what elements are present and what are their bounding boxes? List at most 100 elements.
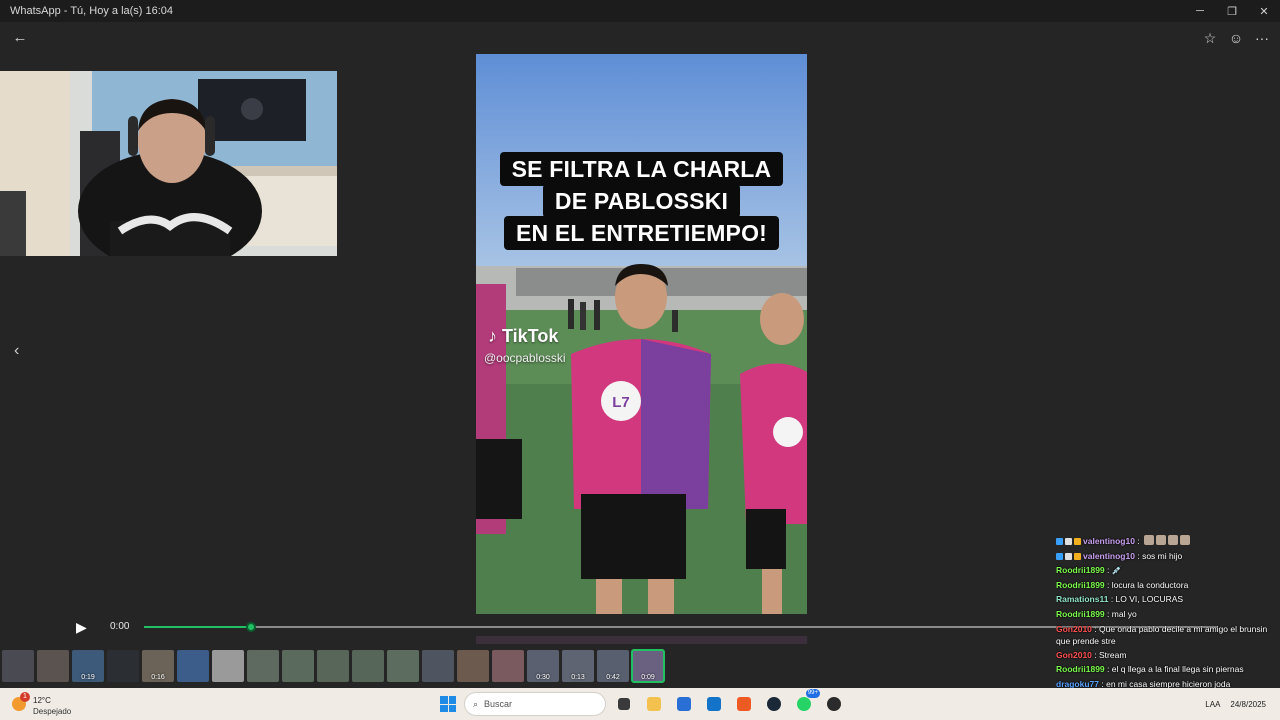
- media-thumbnail[interactable]: [212, 650, 244, 682]
- media-thumbnail[interactable]: 0:13: [562, 650, 594, 682]
- caption-text-1: SE FILTRA LA CHARLA: [499, 152, 784, 186]
- windows-start-icon[interactable]: [438, 694, 458, 714]
- chat-username[interactable]: Ramations11: [1056, 594, 1108, 604]
- tiktok-logo: ♪ TikTok: [488, 326, 559, 346]
- chat-username[interactable]: Roodrii1899: [1056, 609, 1105, 619]
- chat-emote-icon: [1167, 535, 1178, 545]
- thumbnail-duration: 0:42: [606, 674, 620, 681]
- video-frame[interactable]: L7 SE FILTRA LA CHARLA DE PABLOSSKI EN E…: [476, 54, 807, 614]
- chat-username[interactable]: valentinog10: [1083, 551, 1135, 561]
- close-button[interactable]: ✕: [1248, 0, 1280, 22]
- clock[interactable]: 24/8/2025: [1230, 699, 1266, 710]
- media-thumbnail[interactable]: 0:16: [142, 650, 174, 682]
- star-icon[interactable]: ☆: [1200, 28, 1220, 48]
- file-explorer-icon[interactable]: [642, 692, 666, 716]
- current-time: 0:00: [110, 621, 130, 632]
- chat-badge-icon: [1056, 552, 1063, 560]
- chat-text: : Stream: [1094, 649, 1127, 660]
- weather-condition: Despejado: [33, 707, 72, 716]
- chat-username[interactable]: Roodrii1899: [1056, 565, 1105, 575]
- chat-text: : el q llega a la final llega sin pierna…: [1107, 664, 1244, 675]
- media-thumbnail[interactable]: [317, 650, 349, 682]
- store-icon[interactable]: [672, 692, 696, 716]
- chat-badge-icon: [1074, 538, 1081, 545]
- chat-username[interactable]: valentinog10: [1083, 536, 1135, 546]
- media-thumbnail[interactable]: 0:19: [72, 650, 104, 682]
- seek-progress: [144, 626, 252, 628]
- media-thumbnail[interactable]: [107, 650, 139, 682]
- media-thumbnail[interactable]: [492, 650, 524, 682]
- seek-handle[interactable]: [246, 622, 257, 632]
- media-thumbnail[interactable]: [457, 650, 489, 682]
- chat-message: Gon2010 : Stream: [1056, 648, 1280, 663]
- caption-line-1: SE FILTRA LA CHARLA: [476, 152, 807, 186]
- chat-text: : locura la conductora: [1107, 579, 1189, 590]
- thumbnail-duration: 0:19: [81, 674, 95, 681]
- whatsapp-icon[interactable]: 99+: [792, 689, 820, 716]
- chat-username[interactable]: Gon2010: [1056, 624, 1092, 634]
- whatsapp-unread-badge: 99+: [805, 689, 820, 698]
- chat-message: Ramations11 : LO VI, LOCURAS: [1056, 592, 1280, 607]
- whatsapp-media-viewer: WhatsApp - Tú, Hoy a la(s) 16:04 ─ ❐ ✕ ←…: [0, 0, 1280, 720]
- back-arrow-icon[interactable]: ←: [10, 28, 30, 48]
- media-thumbnail[interactable]: [422, 650, 454, 682]
- minimize-button[interactable]: ─: [1184, 0, 1216, 22]
- media-thumbnail[interactable]: [37, 650, 69, 682]
- window-title: WhatsApp - Tú, Hoy a la(s) 16:04: [10, 5, 174, 17]
- chat-message: valentinog10 : sos mi hijo: [1056, 549, 1280, 564]
- chat-text: :: [1137, 536, 1140, 546]
- streamer-webcam-image: [0, 71, 337, 256]
- steam-icon[interactable]: [762, 692, 786, 716]
- maximize-button[interactable]: ❐: [1216, 0, 1248, 22]
- media-thumbnail-strip: 0:19 0:16 0:30 0:13 0:42 0:09: [0, 649, 665, 684]
- system-tray: LAA 24/8/2025: [1205, 692, 1266, 716]
- obs-icon[interactable]: [822, 692, 846, 716]
- media-thumbnail[interactable]: 0:30: [527, 650, 559, 682]
- thumbnail-duration: 0:13: [571, 674, 585, 681]
- chat-message: Gon2010 : Que onda pablo decile a mi ami…: [1056, 622, 1280, 648]
- chat-message: Roodrii1899 : 💉: [1056, 563, 1280, 578]
- more-options-icon[interactable]: ···: [1252, 28, 1272, 48]
- chat-badge-icon: [1074, 552, 1081, 560]
- chat-username[interactable]: Roodrii1899: [1056, 580, 1105, 590]
- playback-controls: ▶ 0:00: [68, 615, 1218, 639]
- chat-text: : 💉: [1107, 565, 1123, 576]
- chat-text: : LO VI, LOCURAS: [1110, 594, 1184, 605]
- chat-username[interactable]: Gon2010: [1056, 650, 1092, 660]
- media-thumbnail[interactable]: [387, 650, 419, 682]
- svg-text:L7: L7: [612, 394, 630, 411]
- chat-emote-icon: [1155, 535, 1166, 545]
- task-view-icon[interactable]: [612, 692, 636, 716]
- weather-temperature: 12°C: [33, 696, 51, 705]
- taskbar-search-box[interactable]: ⌕ Buscar: [464, 692, 606, 716]
- thumbnail-duration: 0:30: [536, 674, 550, 681]
- media-thumbnail[interactable]: 0:09: [631, 649, 665, 683]
- weather-widget[interactable]: 1 12°C Despejado: [12, 692, 92, 718]
- caption-text-3: EN EL ENTRETIEMPO!: [503, 216, 780, 250]
- search-icon: ⌕: [473, 698, 479, 709]
- caption-line-3: EN EL ENTRETIEMPO!: [476, 216, 807, 250]
- media-thumbnail[interactable]: [282, 650, 314, 682]
- previous-media-icon[interactable]: ‹: [14, 343, 30, 359]
- viewer-toolbar: ← ☆ ☺ ···: [0, 22, 1280, 54]
- chat-message: Roodrii1899 : mal yo: [1056, 607, 1280, 622]
- chat-emote-icon: [1179, 535, 1190, 545]
- play-icon[interactable]: ▶: [76, 619, 90, 635]
- chat-badge-icon: [1065, 538, 1072, 545]
- clock-date: 24/8/2025: [1230, 699, 1266, 709]
- outlook-icon[interactable]: [702, 692, 726, 716]
- media-thumbnail[interactable]: [352, 650, 384, 682]
- media-thumbnail[interactable]: [2, 650, 34, 682]
- chat-username[interactable]: Roodrii1899: [1056, 664, 1105, 674]
- chat-message: valentinog10 :: [1056, 534, 1280, 549]
- brave-browser-icon[interactable]: [732, 692, 756, 716]
- media-thumbnail[interactable]: 0:42: [597, 650, 629, 682]
- chat-text: : mal yo: [1107, 608, 1137, 619]
- search-placeholder: Buscar: [484, 699, 513, 709]
- media-thumbnail[interactable]: [177, 650, 209, 682]
- windows-taskbar: 1 12°C Despejado ⌕ Buscar 99+ LAA 24/8/2…: [0, 688, 1280, 720]
- emoji-icon[interactable]: ☺: [1226, 28, 1246, 48]
- keyboard-language[interactable]: LAA: [1205, 700, 1220, 709]
- media-thumbnail[interactable]: [247, 650, 279, 682]
- chat-message: Roodrii1899 : locura la conductora: [1056, 578, 1280, 593]
